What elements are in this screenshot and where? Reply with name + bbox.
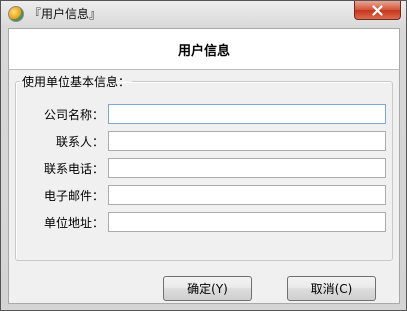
address-input[interactable] — [108, 212, 386, 232]
company-name-input[interactable] — [108, 104, 386, 124]
address-row: 单位地址： — [16, 212, 392, 232]
cancel-button[interactable]: 取消(C) — [287, 276, 376, 301]
company-name-label: 公司名称： — [43, 108, 104, 122]
basic-info-group: 使用单位基本信息： 公司名称： 联系人： 联系电话： 电子邮件： 单位地址： — [15, 73, 393, 261]
address-label: 单位地址： — [43, 216, 104, 230]
dialog-window: 『用户信息』 用户信息 使用单位基本信息： 公司名称： 联系人： 联系电话： 电… — [0, 0, 407, 311]
title-bar[interactable]: 『用户信息』 — [1, 1, 406, 27]
contact-person-input[interactable] — [108, 131, 386, 151]
company-name-row: 公司名称： — [16, 104, 392, 124]
contact-phone-label: 联系电话： — [43, 162, 104, 176]
close-button[interactable] — [354, 1, 401, 20]
contact-phone-input[interactable] — [108, 158, 386, 178]
page-title: 用户信息 — [9, 29, 399, 70]
group-legend: 使用单位基本信息： — [22, 75, 131, 89]
email-label: 电子邮件： — [43, 189, 104, 203]
contact-phone-row: 联系电话： — [16, 158, 392, 178]
dialog-body: 用户信息 使用单位基本信息： 公司名称： 联系人： 联系电话： 电子邮件： 单位… — [8, 28, 400, 304]
email-row: 电子邮件： — [16, 185, 392, 205]
app-logo-icon — [8, 6, 24, 22]
window-title: 『用户信息』 — [29, 7, 102, 21]
email-input[interactable] — [108, 185, 386, 205]
contact-person-label: 联系人： — [55, 135, 104, 149]
contact-person-row: 联系人： — [16, 131, 392, 151]
confirm-button[interactable]: 确定(Y) — [163, 276, 252, 301]
close-icon — [372, 4, 383, 16]
